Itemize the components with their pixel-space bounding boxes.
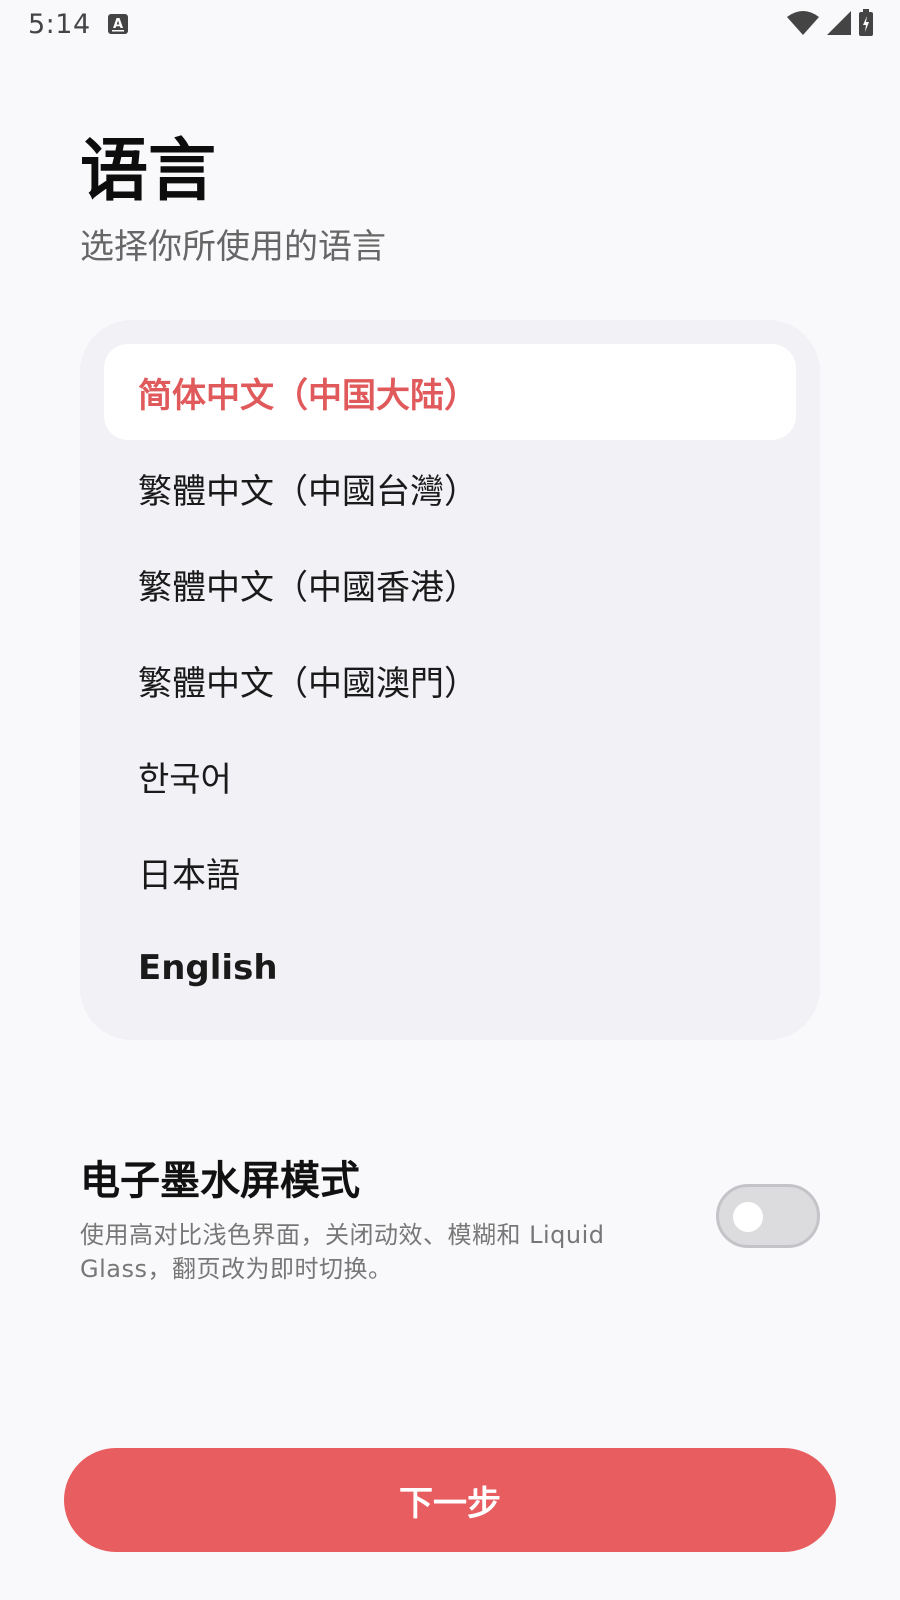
status-bar: 5:14 A	[0, 0, 900, 50]
language-option-zh-hans-cn[interactable]: 简体中文（中国大陆）	[104, 344, 796, 440]
eink-description-line-1: 使用高对比浅色界面，关闭动效、模糊和 Liquid	[80, 1221, 605, 1249]
language-option-zh-hant-hk[interactable]: 繁體中文（中國香港）	[104, 536, 796, 632]
language-option-zh-hant-tw[interactable]: 繁體中文（中國台灣）	[104, 440, 796, 536]
page-title: 语言	[80, 132, 217, 211]
status-time: 5:14	[28, 9, 91, 40]
page-subtitle: 选择你所使用的语言	[80, 227, 386, 267]
language-option-ko[interactable]: 한국어	[104, 728, 796, 824]
language-list-card: 简体中文（中国大陆） 繁體中文（中國台灣） 繁體中文（中國香港） 繁體中文（中國…	[80, 320, 820, 1040]
next-button[interactable]: 下一步	[64, 1448, 836, 1552]
cellular-signal-icon	[826, 10, 852, 36]
eink-description-line-2: Glass，翻页改为即时切换。	[80, 1255, 393, 1283]
language-list: 简体中文（中国大陆） 繁體中文（中國台灣） 繁體中文（中國香港） 繁體中文（中國…	[104, 344, 796, 1016]
eink-mode-title: 电子墨水屏模式	[80, 1158, 360, 1204]
toggle-knob	[733, 1202, 763, 1232]
language-option-en[interactable]: English	[104, 920, 796, 1016]
language-option-ja[interactable]: 日本語	[104, 824, 796, 920]
status-icons	[786, 8, 874, 38]
wifi-icon	[786, 10, 820, 36]
battery-charging-icon	[858, 9, 874, 37]
language-setup-screen: 5:14 A 语言 选择你所使用的语言 简体中文（中国大陆） 繁體中文（中國台灣…	[0, 0, 900, 1600]
svg-text:A: A	[113, 17, 123, 32]
eink-mode-description: 使用高对比浅色界面，关闭动效、模糊和 Liquid Glass，翻页改为即时切换…	[80, 1218, 640, 1286]
language-option-zh-hant-mo[interactable]: 繁體中文（中國澳門）	[104, 632, 796, 728]
eink-mode-toggle[interactable]	[716, 1184, 820, 1248]
text-a-notification-icon: A	[107, 12, 129, 36]
